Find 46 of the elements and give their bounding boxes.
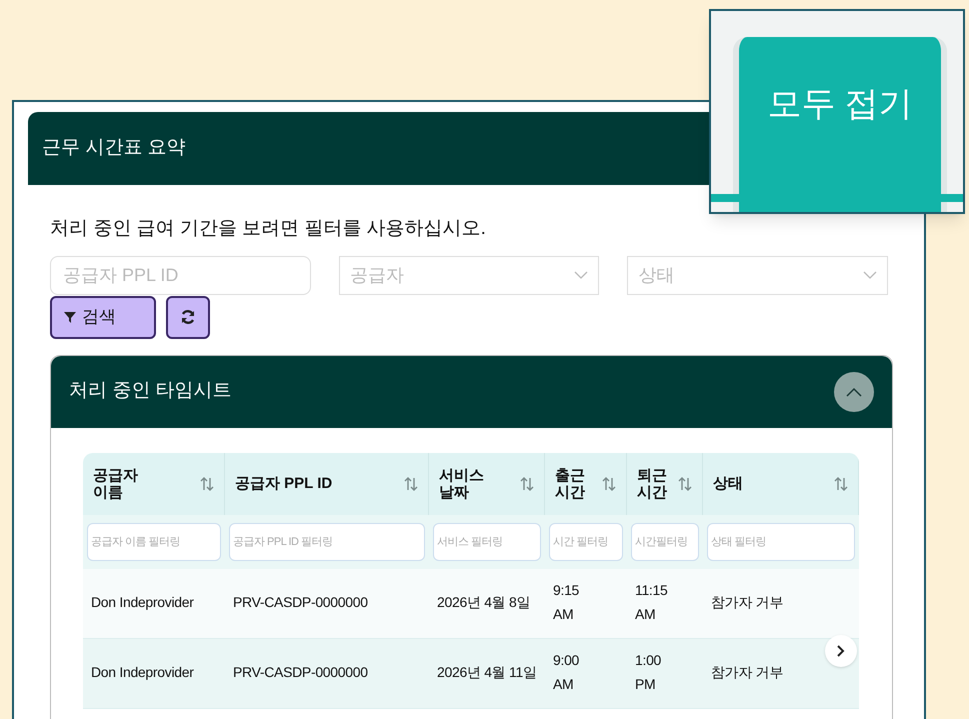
filter-icon xyxy=(64,311,76,323)
chevron-right-icon xyxy=(837,644,845,656)
panel-title: 처리 중인 타임시트 xyxy=(69,379,232,404)
column-filter-input[interactable]: 서비스 필터링 xyxy=(433,522,541,560)
collapse-button[interactable] xyxy=(834,372,874,412)
search-button[interactable]: 검색 xyxy=(50,296,156,338)
filter-dropdown[interactable]: 공급자 xyxy=(338,256,600,294)
collapse-all-button[interactable]: 모두 접기 xyxy=(733,37,947,212)
column-header: 퇴근 시간 xyxy=(637,466,667,500)
table-cell: 참가자 거부 xyxy=(711,664,784,680)
column-header: 서비스 날짜 xyxy=(439,466,484,500)
table-cell: PRV-CASDP-0000000 xyxy=(233,664,368,680)
column-header: 공급자 PPL ID xyxy=(235,475,332,492)
column-filter-input[interactable]: 공급자 이름 필터링 xyxy=(87,522,221,560)
table-cell: 9:15 AM xyxy=(553,582,580,622)
sort-icon[interactable] xyxy=(404,476,418,492)
table-cell: PRV-CASDP-0000000 xyxy=(233,594,368,610)
column-header: 상태 xyxy=(713,475,743,492)
column-filter-input[interactable]: 시간 필터링 xyxy=(549,522,623,560)
sort-icon[interactable] xyxy=(520,476,534,492)
filter-input[interactable]: 공급자 PPL ID xyxy=(50,256,311,294)
chevron-up-icon xyxy=(846,386,862,396)
window-title: 근무 시간표 요약 xyxy=(42,136,186,160)
table-cell: 1:00 PM xyxy=(635,652,662,692)
column-header: 출근 시간 xyxy=(555,466,585,500)
table-cell: 2026년 4월 11일 xyxy=(437,664,537,680)
refresh-icon xyxy=(180,309,196,325)
refresh-button[interactable] xyxy=(166,296,210,338)
table-cell: Don Indeprovider xyxy=(91,594,194,610)
sort-icon[interactable] xyxy=(834,476,848,492)
column-filter-input[interactable]: 시간필터링 xyxy=(631,522,699,560)
column-filter-input[interactable]: 상태 필터링 xyxy=(707,522,855,560)
column-filter-input[interactable]: 공급자 PPL ID 필터링 xyxy=(229,522,425,560)
table-cell: 9:00 AM xyxy=(553,652,580,692)
table-cell: 11:15 AM xyxy=(635,582,668,622)
table-cell: 2026년 4월 8일 xyxy=(437,594,530,610)
column-header: 공급자 이름 xyxy=(93,466,138,500)
filter-dropdown[interactable]: 상태 xyxy=(627,256,888,294)
chevron-down-icon xyxy=(863,270,877,280)
chevron-down-icon xyxy=(574,270,588,280)
table-cell: 참가자 거부 xyxy=(711,594,784,610)
sort-icon[interactable] xyxy=(200,476,214,492)
sort-icon[interactable] xyxy=(602,476,616,492)
instruction-text: 처리 중인 급여 기간을 보려면 필터를 사용하십시오. xyxy=(50,217,487,241)
table-cell: Don Indeprovider xyxy=(91,664,194,680)
sort-icon[interactable] xyxy=(678,476,692,492)
